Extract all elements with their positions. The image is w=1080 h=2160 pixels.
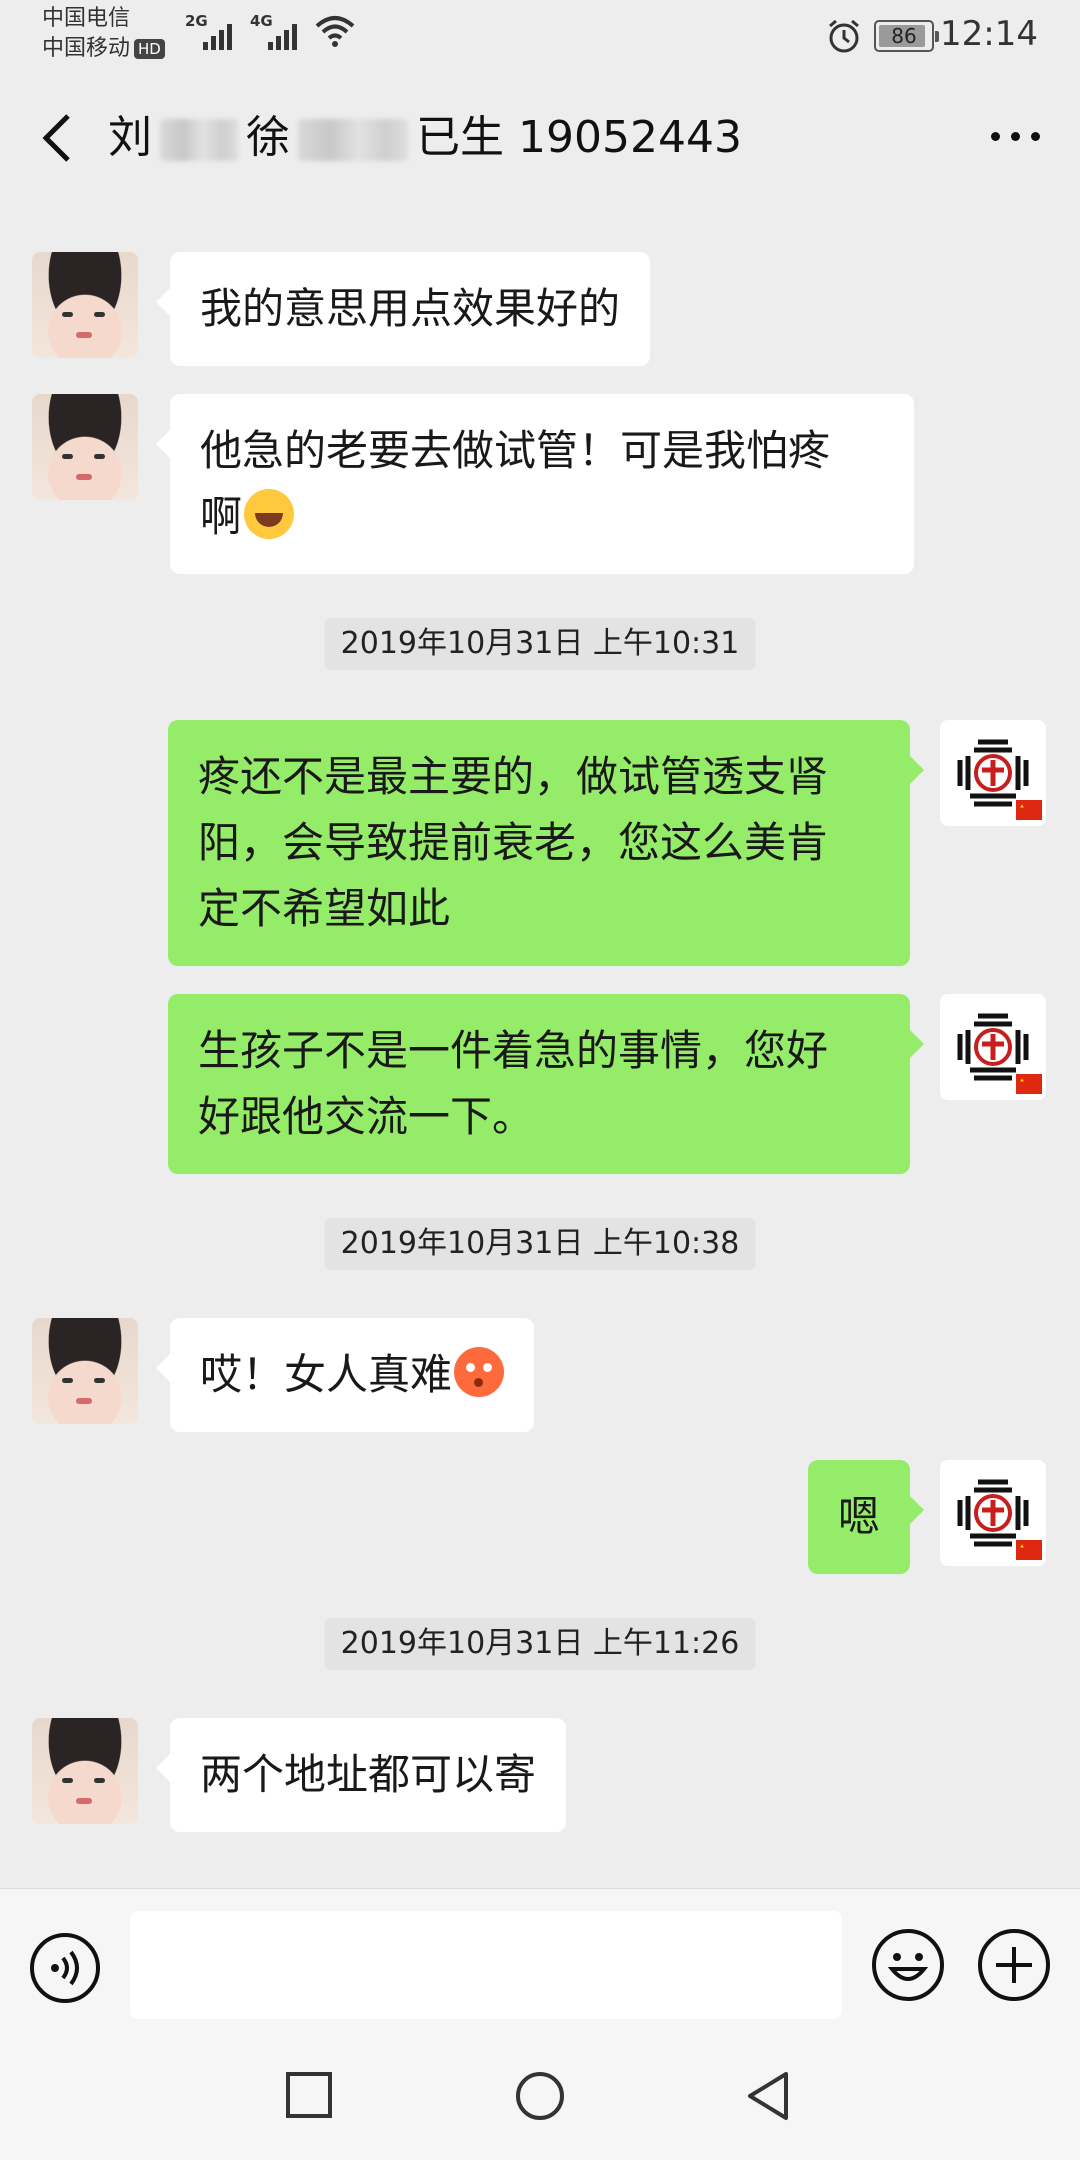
contact-avatar[interactable] xyxy=(32,1318,138,1424)
voice-icon[interactable] xyxy=(28,1931,102,2005)
chat-title: 刘 徐 已生 19052443 xyxy=(108,108,742,168)
contact-avatar[interactable] xyxy=(32,252,138,358)
chat-header: 刘 徐 已生 19052443 xyxy=(0,72,1080,202)
message-bubble-outgoing[interactable]: 生孩子不是一件着急的事情，您好 好跟他交流一下。 xyxy=(168,994,924,1174)
carrier-1: 中国电信 xyxy=(42,6,131,31)
battery-level: 86 xyxy=(891,24,917,48)
bagua-logo-icon xyxy=(957,1013,1042,1094)
emoji-icon[interactable] xyxy=(870,1927,946,2003)
my-avatar[interactable] xyxy=(940,720,1046,826)
blurred-name-2 xyxy=(298,119,408,161)
timestamp: 2019年10月31日 上午10:31 xyxy=(324,618,756,670)
carrier-2: 中国移动 xyxy=(42,36,131,61)
laughing-emoji-icon xyxy=(244,489,295,539)
wifi-icon xyxy=(315,16,355,47)
blurred-name-1 xyxy=(160,119,238,161)
circle-home-icon[interactable] xyxy=(514,2070,566,2122)
input-bar xyxy=(0,1888,1080,2038)
my-avatar[interactable] xyxy=(940,1460,1046,1566)
flushed-emoji-icon xyxy=(454,1347,505,1397)
message-bubble-incoming[interactable]: 哎！女人真难 xyxy=(155,1318,535,1432)
timestamp: 2019年10月31日 上午10:38 xyxy=(324,1218,756,1270)
chat-message-list[interactable]: 我的意思用点效果好的 他急的老要去做试管！可是我怕疼 啊 2019年10月31日… xyxy=(0,202,1080,1888)
message-bubble-incoming[interactable]: 他急的老要去做试管！可是我怕疼 啊 xyxy=(156,394,914,574)
bagua-logo-icon xyxy=(957,1479,1042,1560)
message-line: 好跟他交流一下。 xyxy=(198,1092,535,1141)
message-line: 生孩子不是一件着急的事情，您好 xyxy=(198,1026,829,1075)
message-line: 疼还不是最主要的，做试管透支肾 xyxy=(198,752,829,801)
triangle-back-icon[interactable] xyxy=(744,2070,794,2122)
title-name-2: 徐 xyxy=(246,112,290,163)
title-name-1: 刘 xyxy=(108,112,152,163)
bagua-logo-icon xyxy=(957,739,1042,820)
plus-icon[interactable] xyxy=(976,1927,1052,2003)
carrier-info: 中国电信 中国移动 HD xyxy=(42,4,165,64)
message-input[interactable] xyxy=(130,1911,842,2019)
contact-avatar[interactable] xyxy=(32,1718,138,1824)
battery-icon: 86 xyxy=(874,20,939,52)
message-bubble-incoming[interactable]: 我的意思用点效果好的 xyxy=(155,252,651,366)
square-recent-icon[interactable] xyxy=(284,2070,334,2120)
message-line: 阳，会导致提前衰老，您这么美肯 xyxy=(198,818,829,867)
message-line: 定不希望如此 xyxy=(198,884,451,933)
title-name-3: 已生 19052443 xyxy=(416,112,742,163)
message-line: 哎！女人真难 xyxy=(200,1350,453,1399)
my-avatar[interactable] xyxy=(940,994,1046,1100)
more-options-icon[interactable] xyxy=(991,132,1040,141)
contact-avatar[interactable] xyxy=(32,394,138,500)
message-line: 啊 xyxy=(200,492,243,541)
hd-badge: HD xyxy=(134,39,165,59)
message-bubble-outgoing[interactable]: 疼还不是最主要的，做试管透支肾 阳，会导致提前衰老，您这么美肯 定不希望如此 xyxy=(168,720,924,966)
clock: 12:14 xyxy=(940,14,1038,54)
message-line: 他急的老要去做试管！可是我怕疼 xyxy=(200,426,831,475)
alarm-icon xyxy=(829,19,859,53)
status-bar: 中国电信 中国移动 HD 2G 4G 86 12:14 xyxy=(0,0,1080,72)
back-arrow-icon[interactable] xyxy=(34,110,84,166)
system-navigation-bar xyxy=(0,2038,1080,2160)
message-bubble-incoming[interactable]: 两个地址都可以寄 xyxy=(155,1718,567,1832)
timestamp: 2019年10月31日 上午11:26 xyxy=(324,1618,756,1670)
message-bubble-outgoing[interactable]: 嗯 xyxy=(807,1460,925,1574)
